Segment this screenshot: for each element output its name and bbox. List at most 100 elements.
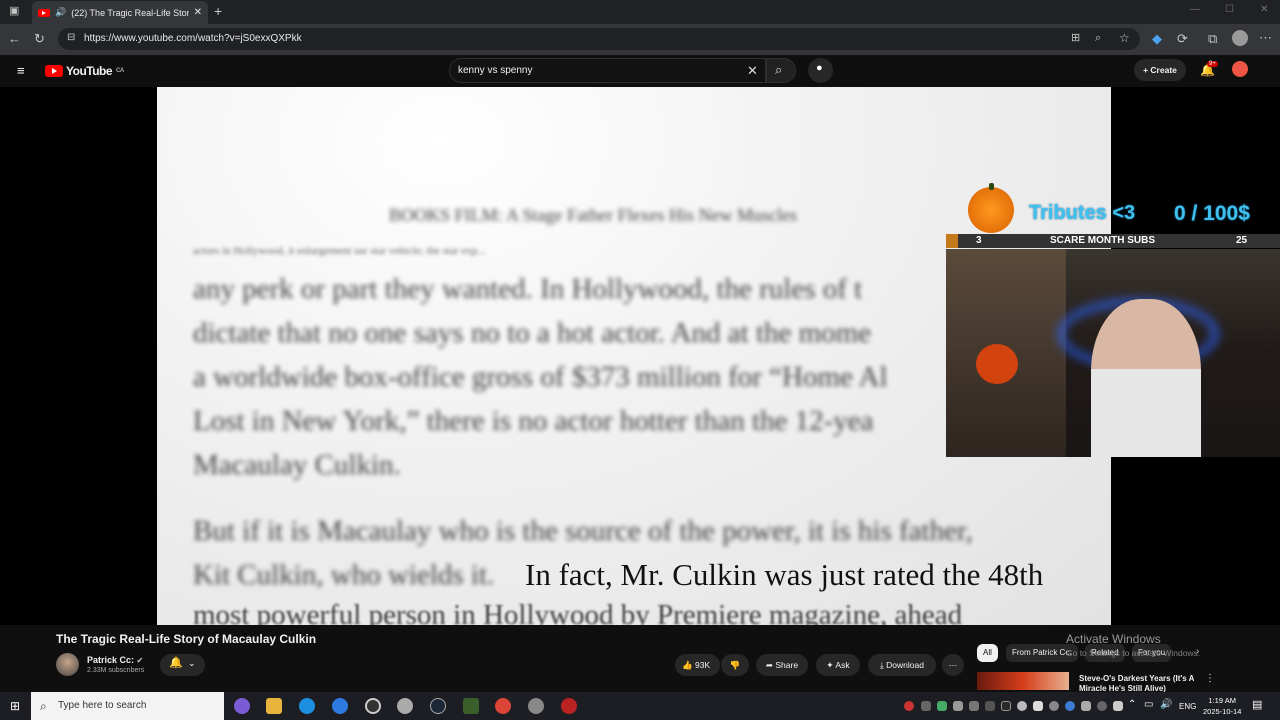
notification-center-icon[interactable]: ▤ <box>1252 700 1262 711</box>
blurred-line-1: any perk or part they wanted. In Hollywo… <box>193 273 863 305</box>
browser-tab-bar: ▣ 🔊 (22) The Tragic Real-Life Stor ✕ + —… <box>0 0 1280 24</box>
steam-icon[interactable] <box>430 698 446 714</box>
clear-search-icon[interactable]: ✕ <box>747 64 758 77</box>
minecraft-icon[interactable] <box>463 698 479 714</box>
profile-avatar-icon[interactable] <box>1232 30 1248 46</box>
more-menu-icon[interactable]: ⋯ <box>1259 31 1272 44</box>
youtube-header: ≡ YouTube CA kenny vs spenny ✕ ⌕ ● + Cre… <box>0 55 1280 87</box>
recommended-more-icon[interactable]: ⋮ <box>1205 674 1215 684</box>
close-window-icon[interactable]: ✕ <box>1260 5 1268 15</box>
account-avatar[interactable] <box>1232 61 1248 77</box>
download-button[interactable]: ⤓ Download <box>868 654 936 676</box>
taskbar-clock[interactable]: 1:19 AM 2025-10-14 <box>1203 695 1241 717</box>
tray-app-icon[interactable] <box>1097 701 1107 711</box>
tray-app-icon[interactable] <box>1081 701 1091 711</box>
tray-app-icon[interactable] <box>937 701 947 711</box>
search-button[interactable]: ⌕ <box>766 58 796 83</box>
bell-icon: 🔔 <box>169 657 183 669</box>
thumbs-up-icon: 👍 <box>682 660 693 670</box>
taskbar-search-input[interactable]: ⌕ Type here to search <box>31 692 224 720</box>
browser-toolbar: ← ↻ ⊟ https://www.youtube.com/watch?v=jS… <box>0 24 1280 55</box>
network-icon[interactable]: ▭ <box>1144 700 1153 710</box>
youtube-logo[interactable]: YouTube CA <box>45 64 124 78</box>
tray-app-icon[interactable] <box>985 701 995 711</box>
blurred-small-line: actors in Hollywood, it enlargement sur … <box>193 245 486 257</box>
stream-overlay: Tributes <3 0 / 100$ 3 SCARE MONTH SUBS … <box>946 183 1280 457</box>
tray-app-icon[interactable] <box>1001 701 1011 711</box>
browser-tab[interactable]: 🔊 (22) The Tragic Real-Life Stor ✕ <box>32 1 208 24</box>
logo-text: YouTube <box>66 64 113 78</box>
recommended-title[interactable]: Steve-O's Darkest Years (It's A Miracle … <box>1079 674 1199 694</box>
minimize-icon[interactable]: — <box>1190 5 1200 15</box>
chrome-icon[interactable] <box>495 698 511 714</box>
edge-beta-icon[interactable] <box>332 698 348 714</box>
tray-app-icon[interactable] <box>1065 701 1075 711</box>
collections-icon[interactable]: ⧉ <box>1208 32 1217 45</box>
tray-app-icon[interactable] <box>921 701 931 711</box>
tributes-label: Tributes <3 <box>1029 202 1136 224</box>
search-icon: ⌕ <box>775 62 783 77</box>
tray-app-icon[interactable] <box>953 701 963 711</box>
new-tab-icon[interactable]: + <box>214 4 222 18</box>
voice-search-button[interactable]: ● <box>808 58 833 83</box>
microphone-icon: ● <box>816 62 823 74</box>
address-bar[interactable]: ⊟ https://www.youtube.com/watch?v=jS0exx… <box>58 28 1140 50</box>
maximize-icon[interactable]: ☐ <box>1225 5 1234 15</box>
file-explorer-icon[interactable] <box>266 698 282 714</box>
site-info-icon[interactable]: ⊟ <box>67 33 75 43</box>
channel-name[interactable]: Patrick Cc: ✔ <box>87 655 143 665</box>
app-available-icon[interactable]: ⊞ <box>1071 33 1080 44</box>
favorite-star-icon[interactable]: ☆ <box>1119 32 1130 44</box>
settings-gear-icon[interactable] <box>397 698 413 714</box>
create-button[interactable]: + Create <box>1134 59 1186 81</box>
scare-month-current: 3 <box>976 235 982 246</box>
hamburger-menu-icon[interactable]: ≡ <box>17 64 25 77</box>
youtube-logo-icon <box>45 65 63 77</box>
highlighted-caption: In fact, Mr. Culkin was just rated the 4… <box>525 557 1044 592</box>
share-button[interactable]: ➦ Share <box>756 654 808 676</box>
edge-icon[interactable] <box>299 698 315 714</box>
audio-playing-icon[interactable]: 🔊 <box>55 7 66 18</box>
windows-start-icon[interactable]: ⊞ <box>10 700 20 712</box>
blurred-line-2: dictate that no one says no to a hot act… <box>193 317 872 349</box>
search-input[interactable]: kenny vs spenny ✕ <box>449 58 766 83</box>
url-text: https://www.youtube.com/watch?v=jS0exxQX… <box>84 33 302 44</box>
scare-month-progress <box>946 234 958 248</box>
blurred-line-8: most powerful person in Hollywood by Pre… <box>193 599 963 625</box>
close-tab-icon[interactable]: ✕ <box>194 7 202 18</box>
chip-all[interactable]: All <box>977 644 998 662</box>
show-hidden-icons-icon[interactable]: ⌃ <box>1128 700 1136 710</box>
blurred-header: BOOKS FILM: A Stage Father Flexes His Ne… <box>389 205 797 225</box>
back-icon[interactable]: ← <box>8 32 21 45</box>
ask-button[interactable]: ✦ Ask <box>816 654 860 676</box>
search-icon: ⌕ <box>40 699 47 713</box>
windows-taskbar: ⊞ ⌕ Type here to search ⌃ ▭ 🔊 ▤ <box>0 692 1280 720</box>
tab-actions-icon[interactable]: ▣ <box>9 6 19 17</box>
obs-icon[interactable] <box>561 698 577 714</box>
tray-record-icon[interactable] <box>904 701 914 711</box>
verified-icon: ✔ <box>136 656 144 665</box>
tray-app-icon[interactable] <box>1049 701 1059 711</box>
like-button[interactable]: 👍 93K <box>675 654 720 676</box>
dislike-button[interactable]: 👎 <box>721 654 749 676</box>
video-title: The Tragic Real-Life Story of Macaulay C… <box>56 632 317 646</box>
volume-icon[interactable]: 🔊 <box>1160 700 1172 710</box>
app-icon[interactable] <box>528 698 544 714</box>
tray-app-icon[interactable] <box>1017 701 1027 711</box>
copilot-icon[interactable] <box>234 698 250 714</box>
refresh-icon[interactable]: ↻ <box>34 32 45 45</box>
channel-avatar[interactable] <box>56 653 79 676</box>
more-actions-button[interactable]: ⋯ <box>942 654 964 676</box>
tray-app-icon[interactable] <box>1113 701 1123 711</box>
pumpkin-icon <box>968 183 1014 233</box>
recommended-thumbnail[interactable] <box>977 672 1069 690</box>
extension-icon[interactable]: ◆ <box>1152 32 1162 45</box>
input-language[interactable]: ENG <box>1179 702 1196 711</box>
zoom-icon[interactable]: ⌕ <box>1095 33 1101 44</box>
tray-app-icon[interactable] <box>1033 701 1043 711</box>
tray-app-icon[interactable] <box>969 701 979 711</box>
media-icon[interactable] <box>365 698 381 714</box>
subscribed-bell-button[interactable]: 🔔 ⌄ <box>160 654 205 676</box>
notification-badge: 9+ <box>1207 61 1218 67</box>
extensions-puzzle-icon[interactable]: ⟳ <box>1177 32 1188 45</box>
